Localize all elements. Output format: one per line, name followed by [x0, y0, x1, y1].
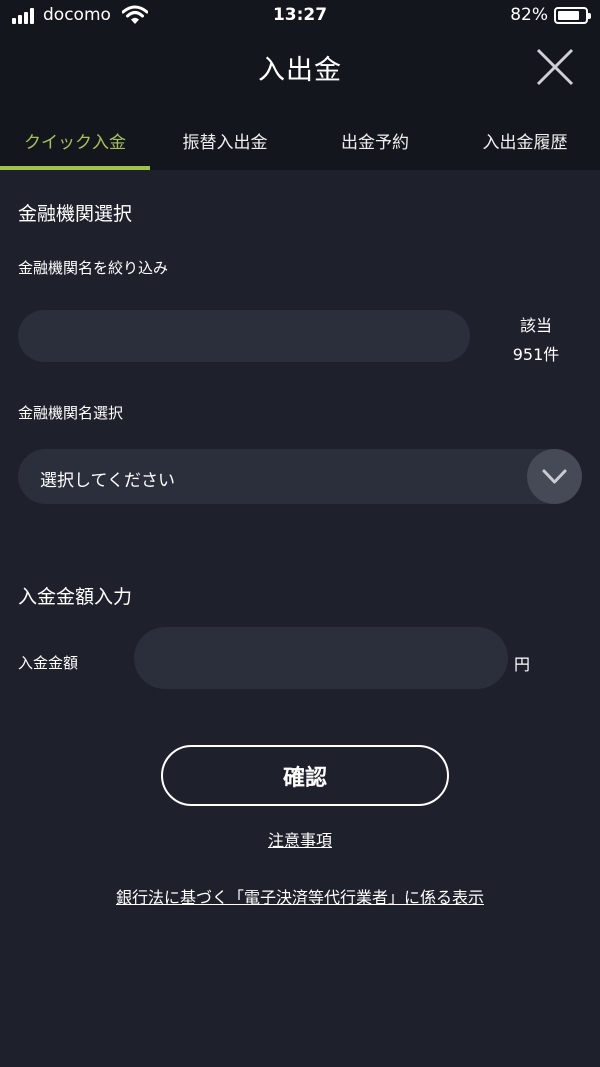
battery-nub — [588, 13, 591, 19]
battery-percent: 82% — [510, 5, 548, 25]
tab-bar: クイック入金 振替入出金 出金予約 入出金履歴 — [0, 110, 600, 170]
bank-section-title: 金融機関選択 — [18, 203, 133, 225]
status-bar: docomo 13:27 82% — [0, 0, 600, 34]
amount-section-title: 入金金額入力 — [18, 586, 133, 608]
dropdown-toggle-button[interactable] — [527, 449, 582, 504]
confirm-button[interactable]: 確認 — [161, 745, 449, 806]
tab-history[interactable]: 入出金履歴 — [450, 110, 600, 170]
battery-level — [558, 11, 580, 20]
page-title: 入出金 — [258, 55, 342, 86]
match-label: 該当 — [519, 316, 552, 335]
bank-select-dropdown[interactable]: 選択してください — [18, 449, 582, 504]
legal-notice-link[interactable]: 銀行法に基づく「電子決済等代行業者」に係る表示 — [0, 884, 600, 908]
close-icon[interactable] — [534, 46, 576, 88]
tab-quick-deposit[interactable]: クイック入金 — [0, 110, 150, 170]
amount-input[interactable] — [134, 627, 508, 689]
bank-filter-label: 金融機関名を絞り込み — [18, 259, 169, 277]
notes-link[interactable]: 注意事項 — [0, 827, 600, 851]
currency-unit: 円 — [514, 655, 531, 674]
chevron-down-icon — [542, 469, 567, 484]
bank-select-value: 選択してください — [40, 471, 175, 491]
bank-filter-input[interactable] — [18, 310, 470, 362]
amount-label: 入金金額 — [18, 654, 79, 672]
bank-select-label: 金融機関名選択 — [18, 404, 124, 422]
match-count: 951件 — [512, 345, 560, 364]
tab-withdrawal-reservation[interactable]: 出金予約 — [300, 110, 450, 170]
battery-icon — [554, 7, 591, 24]
app-header: docomo 13:27 82% 入出金 クイック入金 振替入出金 出金予約 入… — [0, 0, 600, 170]
tab-transfer[interactable]: 振替入出金 — [150, 110, 300, 170]
